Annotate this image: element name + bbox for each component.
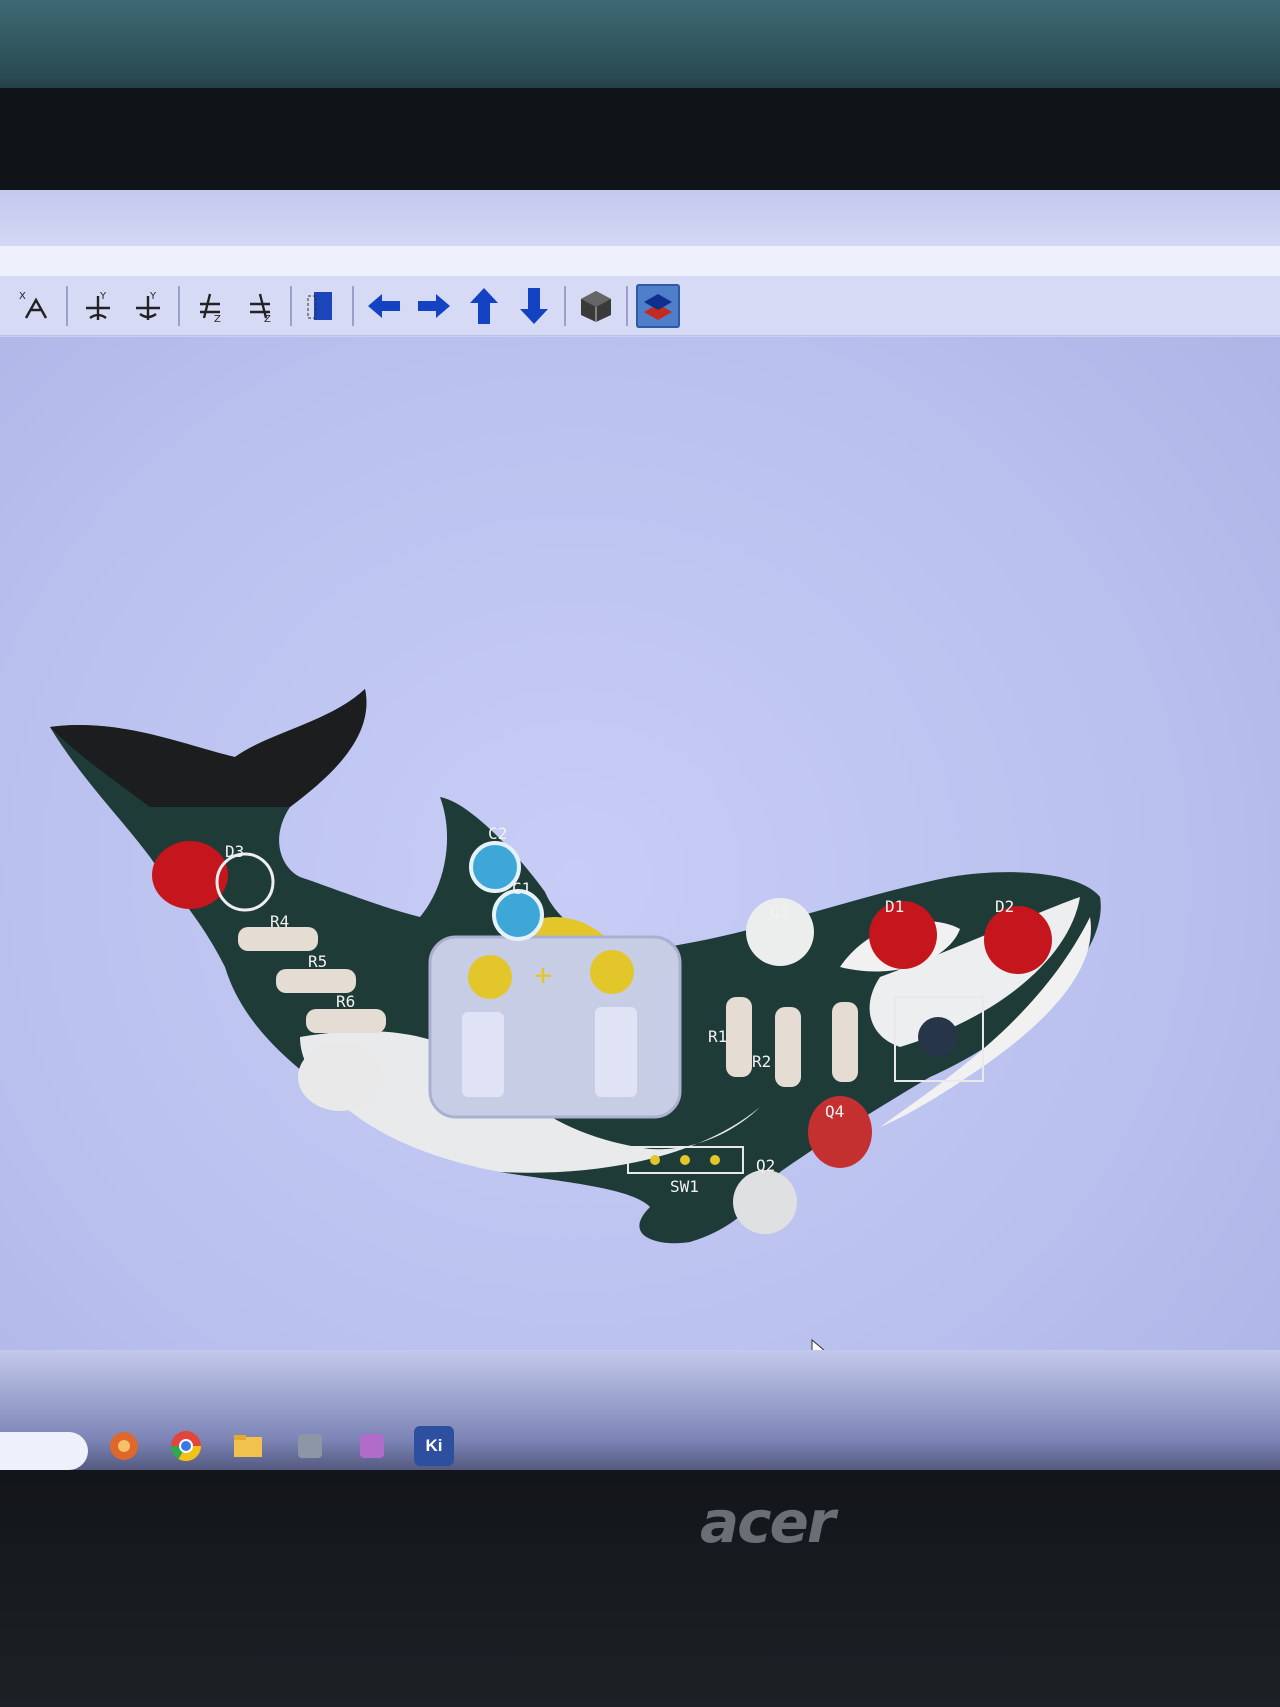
rotate-y-ccw-icon: Y	[136, 291, 160, 320]
battery-clip-left	[462, 1012, 504, 1097]
app-gray-icon	[298, 1434, 322, 1458]
rotate-z-cw-button[interactable]: Z	[188, 284, 232, 328]
ref-sw1: SW1	[670, 1177, 699, 1196]
ref-r5: R5	[308, 952, 327, 971]
flip-board-icon	[307, 291, 332, 320]
battery-plus-mark: +	[534, 958, 552, 993]
rotate-x-ccw-button[interactable]: X	[14, 284, 58, 328]
brand-logo: acer	[700, 1488, 835, 1556]
ref-r4: R4	[270, 912, 289, 931]
capacitor-c1	[492, 889, 544, 941]
move-up-icon	[470, 287, 498, 324]
transistor-left	[298, 1043, 382, 1111]
move-up-button[interactable]	[462, 284, 506, 328]
ref-r2: R2	[752, 1052, 771, 1071]
switch-pin	[710, 1155, 720, 1165]
ref-d1: D1	[885, 897, 904, 916]
ref-q2: Q2	[756, 1156, 775, 1175]
app-purple-icon	[360, 1434, 384, 1458]
svg-text:Y: Y	[99, 291, 107, 302]
resistor-r2	[775, 1007, 801, 1087]
battery-clip-right	[595, 1007, 637, 1097]
flip-board-button[interactable]	[300, 284, 344, 328]
transistor-q2	[733, 1170, 797, 1234]
rotate-z-ccw-button[interactable]: Z	[238, 284, 282, 328]
move-left-icon	[368, 293, 400, 318]
ref-r1: R1	[708, 1027, 727, 1046]
3d-viewport[interactable]: + D3 R4 R5 R6 C2 C1 Q3 R1 R2 D1 D2 Q4 Q2…	[0, 337, 1280, 1490]
toolbar-separator	[290, 285, 292, 326]
kicad-label: Ki	[425, 1436, 443, 1455]
ref-c1: C1	[512, 879, 531, 898]
rotate-y-ccw-button[interactable]: Y	[126, 284, 170, 328]
3d-viewer-toolbar: X Y Y Z Z	[0, 276, 1280, 336]
svg-text:Y: Y	[149, 291, 157, 302]
resistor-r3	[832, 1002, 858, 1082]
push-button-cap	[918, 1017, 958, 1057]
ref-r6: R6	[336, 992, 355, 1011]
ref-q3: Q3	[770, 902, 789, 921]
app-icon-purple[interactable]	[352, 1426, 392, 1466]
menu-bar	[0, 246, 1280, 276]
resistor-r6	[306, 1009, 386, 1033]
app-icon-orange[interactable]	[104, 1426, 144, 1466]
folder-icon	[234, 1435, 262, 1457]
pcb-3d-render: + D3 R4 R5 R6 C2 C1 Q3 R1 R2 D1 D2 Q4 Q2…	[50, 689, 1101, 1362]
toolbar-separator	[178, 285, 180, 326]
ref-d2: D2	[995, 897, 1014, 916]
switch-pin	[650, 1155, 660, 1165]
svg-text:Z: Z	[264, 314, 271, 324]
chrome-icon[interactable]	[166, 1426, 206, 1466]
toolbar-separator	[66, 285, 68, 326]
chrome-logo-icon	[171, 1431, 201, 1462]
screen: X Y Y Z Z + D3 R4 R5 R6 C2 C1 Q3 R1 R2 D…	[0, 190, 1280, 1490]
toolbar-separator	[352, 285, 354, 326]
rotate-z-ccw-icon: Z	[250, 293, 271, 324]
svg-text:Z: Z	[214, 314, 221, 324]
move-down-button[interactable]	[512, 284, 556, 328]
switch-pin	[680, 1155, 690, 1165]
window-titlebar	[0, 190, 1280, 246]
led-d2	[984, 906, 1052, 974]
resistor-r1	[726, 997, 752, 1077]
orthographic-cube-icon	[581, 290, 611, 322]
monitor-bezel-bottom	[0, 1470, 1280, 1707]
toolbar-separator	[626, 285, 628, 326]
app-orange-icon	[110, 1432, 138, 1460]
svg-text:X: X	[19, 291, 26, 302]
resistor-r5	[276, 969, 356, 993]
move-right-icon	[418, 293, 450, 318]
move-right-button[interactable]	[412, 284, 456, 328]
ref-d3: D3	[225, 842, 244, 861]
battery-contact-right	[590, 950, 634, 994]
battery-contact-left	[468, 955, 512, 999]
layers-toggle-button[interactable]	[636, 283, 680, 328]
rotate-z-cw-icon: Z	[200, 293, 221, 324]
rotate-y-cw-icon: Y	[86, 291, 110, 320]
move-left-button[interactable]	[362, 284, 406, 328]
ref-q4: Q4	[825, 1102, 844, 1121]
file-explorer-icon[interactable]	[228, 1426, 268, 1466]
kicad-icon[interactable]: Ki	[414, 1426, 454, 1466]
rotate-x-ccw-icon: X	[19, 291, 48, 319]
toolbar-separator	[564, 285, 566, 326]
move-down-icon	[520, 287, 548, 324]
rotate-y-cw-button[interactable]: Y	[76, 284, 120, 328]
taskbar-search[interactable]	[0, 1432, 88, 1470]
layers-toggle-icon	[644, 293, 672, 320]
ref-c2: C2	[488, 824, 507, 843]
app-icon-gray[interactable]	[290, 1426, 330, 1466]
orthographic-cube-button[interactable]	[574, 284, 618, 328]
